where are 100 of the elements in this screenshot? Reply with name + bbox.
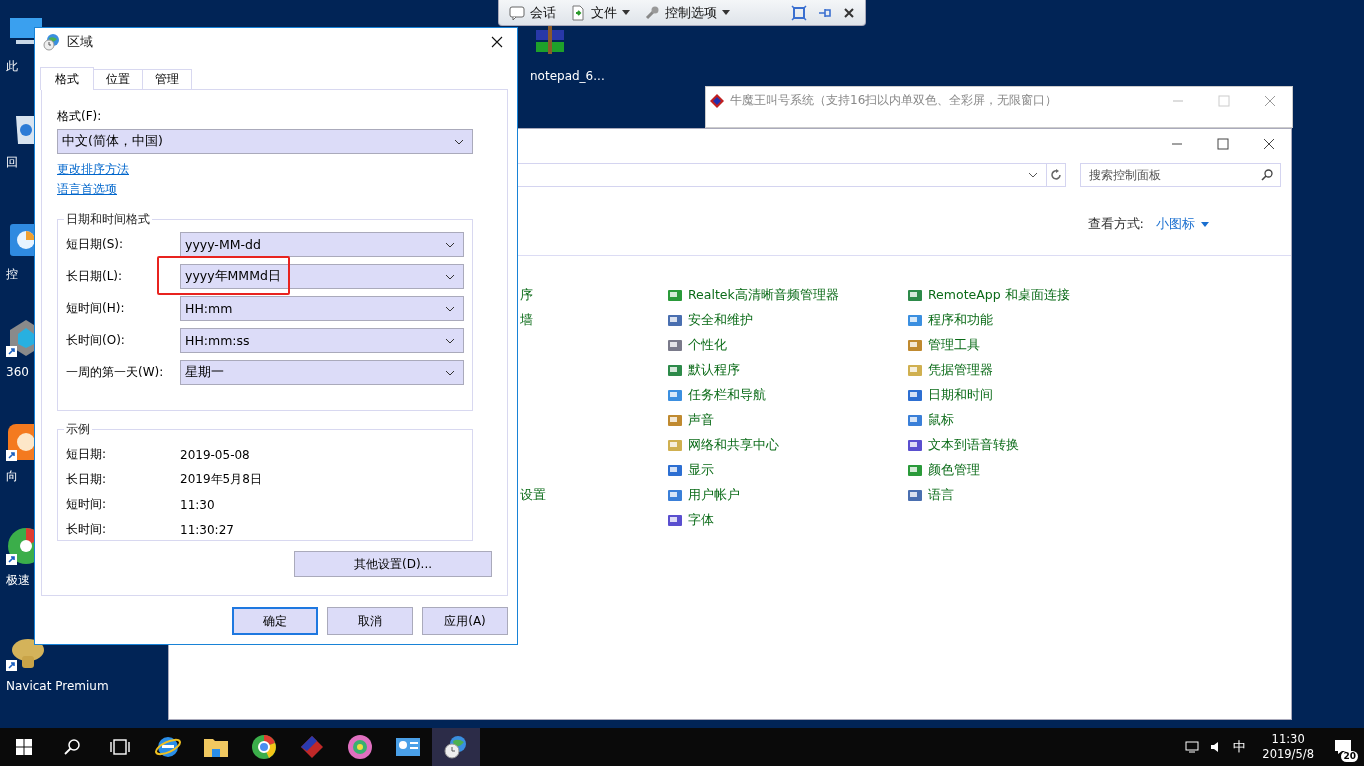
applet-icon: [667, 312, 683, 329]
globe-clock-icon: [443, 734, 469, 760]
field-label: 短日期(S):: [66, 236, 125, 253]
desktop-icon-label: Navicat Premium: [6, 678, 109, 694]
field-label: 长日期(L):: [66, 268, 124, 285]
toolbar-menu[interactable]: 文件: [570, 3, 630, 22]
fullscreen-icon[interactable]: [791, 4, 807, 21]
task-view-icon: [110, 739, 130, 755]
example-value: 2019年5月8日: [180, 471, 262, 488]
diamond-icon: [710, 93, 724, 108]
toolbar-menu[interactable]: 控制选项: [644, 3, 730, 22]
desktop-icon-label: 360: [6, 364, 29, 380]
chevron-down-icon[interactable]: [1028, 172, 1038, 178]
tab[interactable]: 格式: [40, 67, 94, 90]
applet-link[interactable]: 程序和功能: [907, 308, 1291, 333]
chevron-down-icon: [445, 337, 455, 344]
field-label: 一周的第一天(W):: [66, 364, 165, 381]
applet-icon: [907, 412, 923, 429]
applet-link[interactable]: RemoteApp 和桌面连接: [907, 283, 1291, 308]
dialog-button[interactable]: 取消: [327, 607, 413, 635]
applet-link[interactable]: 个性化: [667, 333, 907, 358]
applet-link[interactable]: 任务栏和导航: [667, 383, 907, 408]
applet-link[interactable]: 设置: [520, 483, 667, 508]
applet-icon: [907, 362, 923, 379]
caret-icon: [1201, 221, 1209, 227]
maximize-icon[interactable]: [1217, 138, 1229, 150]
applet-icon: [667, 437, 683, 454]
applet-link[interactable]: 凭据管理器: [907, 358, 1291, 383]
group-title: 日期和时间格式: [65, 211, 151, 228]
applet-link[interactable]: 安全和维护: [667, 308, 907, 333]
wrench-icon: [644, 4, 660, 21]
format-dropdown[interactable]: 星期一: [180, 360, 464, 385]
applet-link[interactable]: 日期和时间: [907, 383, 1291, 408]
close-icon: [491, 36, 503, 48]
applet-icon: [667, 512, 683, 529]
format-dropdown[interactable]: HH:mm: [180, 296, 464, 321]
applet-link[interactable]: 用户帐户: [667, 483, 907, 508]
toolbar-menu[interactable]: 会话: [509, 3, 556, 22]
applet-link[interactable]: 网络和共享中心: [667, 433, 907, 458]
close-icon[interactable]: [1263, 138, 1275, 150]
format-dropdown[interactable]: 中文(简体，中国): [57, 129, 473, 154]
network-icon[interactable]: [1185, 740, 1200, 754]
applet-icon: [667, 462, 683, 479]
applet-link[interactable]: 管理工具: [907, 333, 1291, 358]
applet-icon: [907, 387, 923, 404]
applet-link[interactable]: 颜色管理: [907, 458, 1291, 483]
applet-link[interactable]: 默认程序: [667, 358, 907, 383]
applet-link[interactable]: 字体: [667, 508, 907, 533]
format-dropdown[interactable]: yyyy-MM-dd: [180, 232, 464, 257]
dialog-button[interactable]: 确定: [232, 607, 318, 635]
applet-link[interactable]: 语言: [907, 483, 1291, 508]
applet-link[interactable]: 文本到语音转换: [907, 433, 1291, 458]
applet-link[interactable]: Realtek高清晰音频管理器: [667, 283, 907, 308]
windows-logo-icon: [16, 739, 32, 755]
example-value: 2019-05-08: [180, 447, 250, 462]
caret-icon: [722, 10, 730, 15]
format-label: 格式(F):: [57, 108, 103, 124]
additional-settings-button[interactable]: 其他设置(D)...: [294, 551, 492, 577]
search-field[interactable]: 搜索控制面板: [1080, 163, 1281, 187]
refresh-icon: [1050, 169, 1062, 181]
desktop-icon-label: 极速: [6, 572, 30, 588]
clock[interactable]: 11:30 2019/5/8: [1262, 732, 1314, 762]
settings-link[interactable]: 语言首选项: [57, 181, 117, 197]
applet-icon: [907, 487, 923, 504]
close-icon[interactable]: [843, 6, 855, 19]
caret-icon: [622, 10, 630, 15]
applet-link[interactable]: 墙: [520, 308, 667, 333]
chevron-down-icon: [445, 305, 455, 312]
window-title: 牛魔王叫号系统（支持16扫以内单双色、全彩屏，无限窗口）: [730, 92, 1058, 109]
applet-link[interactable]: 序: [520, 283, 667, 308]
search-icon: [1261, 169, 1273, 181]
browser-icon: [251, 734, 277, 760]
notification-button[interactable]: 20: [1330, 732, 1356, 762]
example-value: 11:30:27: [180, 522, 234, 537]
applet-icon: [907, 312, 923, 329]
clock-time: 11:30: [1271, 732, 1305, 747]
desktop-icon-label: notepad_6...: [530, 68, 605, 84]
chat-bubble-icon: [509, 4, 525, 21]
view-mode-dropdown[interactable]: 小图标: [1156, 215, 1209, 233]
chevron-down-icon: [454, 138, 464, 145]
desktop-icon-label: 控: [6, 266, 18, 282]
input-method-indicator[interactable]: 中: [1233, 738, 1247, 756]
applet-link[interactable]: 声音: [667, 408, 907, 433]
applet-icon: [907, 337, 923, 354]
taskbar-app-button[interactable]: [432, 728, 480, 766]
field-label: 短时间(H):: [66, 300, 126, 317]
settings-link[interactable]: 更改排序方法: [57, 161, 129, 177]
applet-icon: [667, 362, 683, 379]
format-dropdown[interactable]: yyyy年MMMd日: [180, 264, 464, 289]
applet-icon: [667, 487, 683, 504]
applet-icon: [667, 412, 683, 429]
desktop-icon-label: 此: [6, 58, 18, 74]
view-by-label: 查看方式:: [1087, 215, 1144, 233]
dialog-button[interactable]: 应用(A): [422, 607, 508, 635]
applet-link[interactable]: 显示: [667, 458, 907, 483]
format-dropdown[interactable]: HH:mm:ss: [180, 328, 464, 353]
tab[interactable]: 管理: [142, 69, 192, 89]
applet-icon: [667, 387, 683, 404]
globe-clock-icon: [43, 33, 61, 51]
applet-link[interactable]: 鼠标: [907, 408, 1291, 433]
